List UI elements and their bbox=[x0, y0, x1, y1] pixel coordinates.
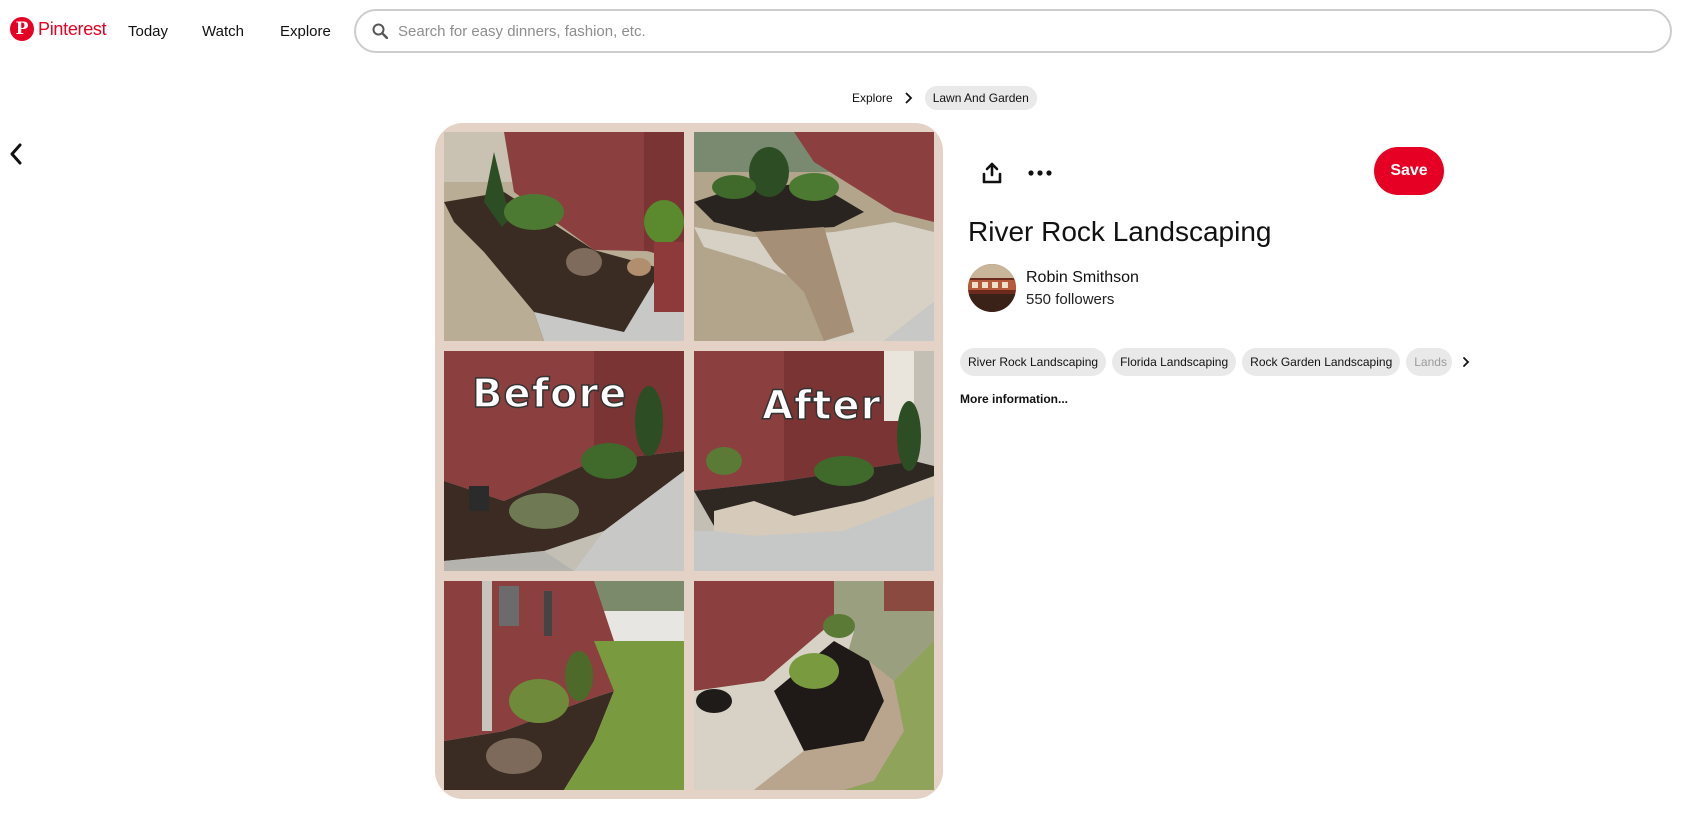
breadcrumb-explore[interactable]: Explore bbox=[852, 91, 893, 105]
more-information-link[interactable]: More information... bbox=[960, 392, 1068, 406]
nav-explore[interactable]: Explore bbox=[280, 23, 331, 40]
chevron-right-icon[interactable] bbox=[1458, 354, 1474, 370]
collage-photo bbox=[444, 132, 684, 341]
top-nav: Pinterest Today Watch Explore bbox=[0, 0, 1682, 64]
nav-watch[interactable]: Watch bbox=[202, 23, 244, 40]
after-label: After bbox=[761, 382, 882, 430]
brand-name: Pinterest bbox=[38, 18, 107, 39]
chevron-right-icon bbox=[905, 92, 912, 104]
save-button[interactable]: Save bbox=[1374, 147, 1444, 195]
collage-photo-after: After bbox=[694, 351, 934, 571]
search-input[interactable] bbox=[396, 21, 1600, 41]
avatar[interactable] bbox=[968, 264, 1016, 312]
ellipsis-icon bbox=[1028, 170, 1052, 176]
pinterest-logo[interactable]: Pinterest bbox=[10, 17, 107, 41]
creator-profile[interactable]: Robin Smithson 550 followers bbox=[968, 264, 1139, 312]
share-icon bbox=[982, 162, 1002, 184]
nav-today[interactable]: Today bbox=[128, 23, 168, 40]
creator-followers: 550 followers bbox=[1026, 290, 1115, 308]
pinterest-logo-icon bbox=[10, 17, 34, 41]
collage-photo bbox=[694, 581, 934, 790]
collage-photo-before: Before bbox=[444, 351, 684, 571]
pin-title: River Rock Landscaping bbox=[968, 216, 1272, 247]
more-options-button[interactable] bbox=[1022, 157, 1058, 189]
share-button[interactable] bbox=[976, 157, 1008, 189]
collage-photo bbox=[444, 581, 684, 790]
tag-river-rock-landscaping[interactable]: River Rock Landscaping bbox=[960, 348, 1107, 376]
tag-florida-landscaping[interactable]: Florida Landscaping bbox=[1112, 348, 1237, 376]
breadcrumb-lawn-and-garden[interactable]: Lawn And Garden bbox=[924, 86, 1037, 110]
search-icon bbox=[372, 23, 388, 39]
chevron-left-icon bbox=[10, 143, 22, 165]
related-tags: River Rock Landscaping Florida Landscapi… bbox=[960, 348, 1474, 376]
back-button[interactable] bbox=[4, 138, 28, 170]
creator-name[interactable]: Robin Smithson bbox=[1026, 269, 1139, 287]
search-bar[interactable] bbox=[354, 9, 1672, 53]
pin-image[interactable]: Before After bbox=[435, 123, 943, 799]
tag-landscaping[interactable]: Lands bbox=[1406, 348, 1453, 376]
collage-photo bbox=[694, 132, 934, 341]
breadcrumb: Explore Lawn And Garden bbox=[852, 86, 1037, 110]
before-label: Before bbox=[471, 370, 628, 418]
tag-rock-garden-landscaping[interactable]: Rock Garden Landscaping bbox=[1242, 348, 1401, 376]
